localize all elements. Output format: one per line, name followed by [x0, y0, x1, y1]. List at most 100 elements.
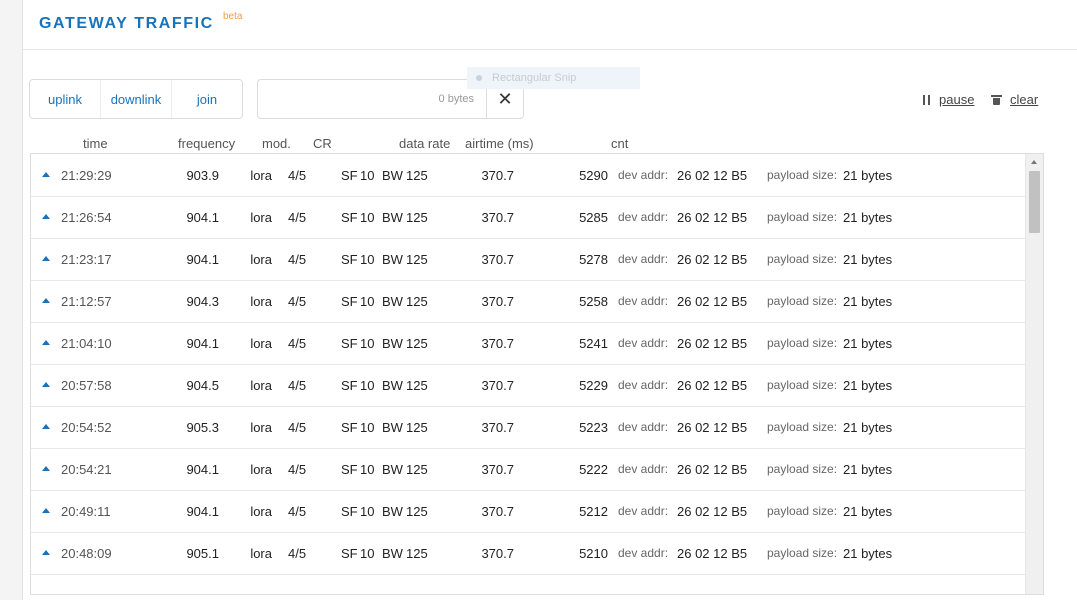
- row-dev-addr: 26 02 12 B5: [677, 420, 748, 435]
- row-cr: 4/5: [288, 168, 307, 183]
- row-sf: 10: [360, 210, 375, 225]
- row-payload-size: 21 bytes: [843, 420, 893, 435]
- row-payload-size: 21 bytes: [843, 294, 893, 309]
- row-bw: 125: [406, 546, 428, 561]
- table-row[interactable]: 21:26:54 904.1 lora 4/5 SF 10 BW 125 370.7 5285 de…: [31, 196, 1025, 239]
- table-row[interactable]: 20:48:09 905.1 lora 4/5 SF 10 BW 125 370.7 5210 de…: [31, 532, 1025, 575]
- row-dev-addr-label: dev addr:: [618, 420, 669, 434]
- row-frequency: 904.1: [186, 252, 219, 267]
- col-header-frequency: frequency: [178, 136, 236, 151]
- uplink-arrow-icon: [42, 466, 50, 471]
- row-mod: lora: [250, 546, 272, 561]
- pause-button[interactable]: pause: [923, 92, 974, 107]
- row-payload-label: payload size:: [767, 378, 838, 392]
- row-airtime: 370.7: [481, 546, 514, 561]
- row-sf: 10: [360, 336, 375, 351]
- row-payload-label: payload size:: [767, 336, 838, 350]
- row-sf-label: SF: [341, 336, 358, 351]
- row-airtime: 370.7: [481, 210, 514, 225]
- row-dev-addr: 26 02 12 B5: [677, 546, 748, 561]
- table-row[interactable]: 21:04:10 904.1 lora 4/5 SF 10 BW 125 370.7 5241 de…: [31, 322, 1025, 365]
- tab-join[interactable]: join: [171, 80, 242, 118]
- uplink-arrow-icon: [42, 550, 50, 555]
- row-bw: 125: [406, 294, 428, 309]
- row-dev-addr: 26 02 12 B5: [677, 378, 748, 393]
- row-cnt: 5229: [579, 378, 608, 393]
- row-payload-label: payload size:: [767, 462, 838, 476]
- col-header-cnt: cnt: [611, 136, 629, 151]
- row-frequency: 904.5: [186, 378, 219, 393]
- row-payload-size: 21 bytes: [843, 210, 893, 225]
- row-dev-addr: 26 02 12 B5: [677, 504, 748, 519]
- table-row[interactable]: 20:57:58 904.5 lora 4/5 SF 10 BW 125 370.7 5229 de…: [31, 364, 1025, 407]
- pause-label[interactable]: pause: [939, 92, 974, 107]
- row-dev-addr: 26 02 12 B5: [677, 336, 748, 351]
- pause-icon: [923, 94, 931, 105]
- row-airtime: 370.7: [481, 168, 514, 183]
- row-dev-addr: 26 02 12 B5: [677, 252, 748, 267]
- table-row[interactable]: 21:12:57 904.3 lora 4/5 SF 10 BW 125 370.7 5258 de…: [31, 280, 1025, 323]
- row-cr: 4/5: [288, 336, 307, 351]
- row-payload-size: 21 bytes: [843, 504, 893, 519]
- row-dev-addr-label: dev addr:: [618, 546, 669, 560]
- traffic-table: 20:48:09 905.1 lora 4/5 SF 10 BW 125 370.7 5210 de…: [30, 153, 1044, 595]
- clear-button[interactable]: clear: [991, 92, 1038, 107]
- row-frequency: 905.1: [186, 546, 219, 561]
- row-sf: 10: [360, 168, 375, 183]
- row-bw-label: BW: [382, 378, 403, 393]
- row-bw-label: BW: [382, 420, 403, 435]
- col-header-cr: CR: [313, 136, 332, 151]
- row-payload-size: 21 bytes: [843, 378, 893, 393]
- row-airtime: 370.7: [481, 462, 514, 477]
- row-dev-addr: 26 02 12 B5: [677, 168, 748, 183]
- row-cnt: 5210: [579, 546, 608, 561]
- table-row[interactable]: 21:29:29 903.9 lora 4/5 SF 10 BW 125 370.7 5290 de…: [31, 154, 1025, 197]
- table-row[interactable]: 20:49:11 904.1 lora 4/5 SF 10 BW 125 370.7 5212 de…: [31, 490, 1025, 533]
- row-bw-label: BW: [382, 210, 403, 225]
- table-row[interactable]: 21:23:17 904.1 lora 4/5 SF 10 BW 125 370.7 5278 de…: [31, 238, 1025, 281]
- filter-input[interactable]: [258, 80, 482, 118]
- row-sf-label: SF: [341, 546, 358, 561]
- row-bw-label: BW: [382, 252, 403, 267]
- row-bw: 125: [406, 168, 428, 183]
- row-dev-addr-label: dev addr:: [618, 294, 669, 308]
- row-payload-size: 21 bytes: [843, 462, 893, 477]
- table-row[interactable]: 20:54:21 904.1 lora 4/5 SF 10 BW 125 370.7 5222 de…: [31, 448, 1025, 491]
- uplink-arrow-icon: [42, 340, 50, 345]
- row-dev-addr-label: dev addr:: [618, 252, 669, 266]
- col-header-airtime: airtime (ms): [465, 136, 534, 151]
- row-mod: lora: [250, 252, 272, 267]
- clear-label[interactable]: clear: [1010, 92, 1038, 107]
- tab-uplink[interactable]: uplink: [30, 80, 100, 118]
- row-mod: lora: [250, 168, 272, 183]
- row-dev-addr-label: dev addr:: [618, 378, 669, 392]
- row-cr: 4/5: [288, 210, 307, 225]
- col-header-mod: mod.: [262, 136, 291, 151]
- row-time: 21:26:54: [61, 210, 112, 225]
- scroll-up-icon[interactable]: [1031, 160, 1037, 164]
- tab-downlink[interactable]: downlink: [100, 80, 171, 118]
- snip-icon: [476, 75, 482, 81]
- row-bw-label: BW: [382, 294, 403, 309]
- table-row[interactable]: 20:54:52 905.3 lora 4/5 SF 10 BW 125 370.7 5223 de…: [31, 406, 1025, 449]
- row-payload-label: payload size:: [767, 420, 838, 434]
- row-airtime: 370.7: [481, 378, 514, 393]
- row-payload-size: 21 bytes: [843, 336, 893, 351]
- scroll-thumb[interactable]: [1029, 171, 1040, 233]
- uplink-arrow-icon: [42, 424, 50, 429]
- uplink-arrow-icon: [42, 298, 50, 303]
- row-airtime: 370.7: [481, 252, 514, 267]
- snip-label: Rectangular Snip: [492, 72, 577, 84]
- row-cnt: 5223: [579, 420, 608, 435]
- row-time: 20:54:52: [61, 420, 112, 435]
- row-sf: 10: [360, 546, 375, 561]
- row-mod: lora: [250, 504, 272, 519]
- row-bw: 125: [406, 210, 428, 225]
- row-dev-addr: 26 02 12 B5: [677, 210, 748, 225]
- row-cnt: 5258: [579, 294, 608, 309]
- row-cr: 4/5: [288, 462, 307, 477]
- row-cnt: 5212: [579, 504, 608, 519]
- row-payload-label: payload size:: [767, 294, 838, 308]
- row-frequency: 904.1: [186, 210, 219, 225]
- vertical-scrollbar[interactable]: [1025, 154, 1043, 594]
